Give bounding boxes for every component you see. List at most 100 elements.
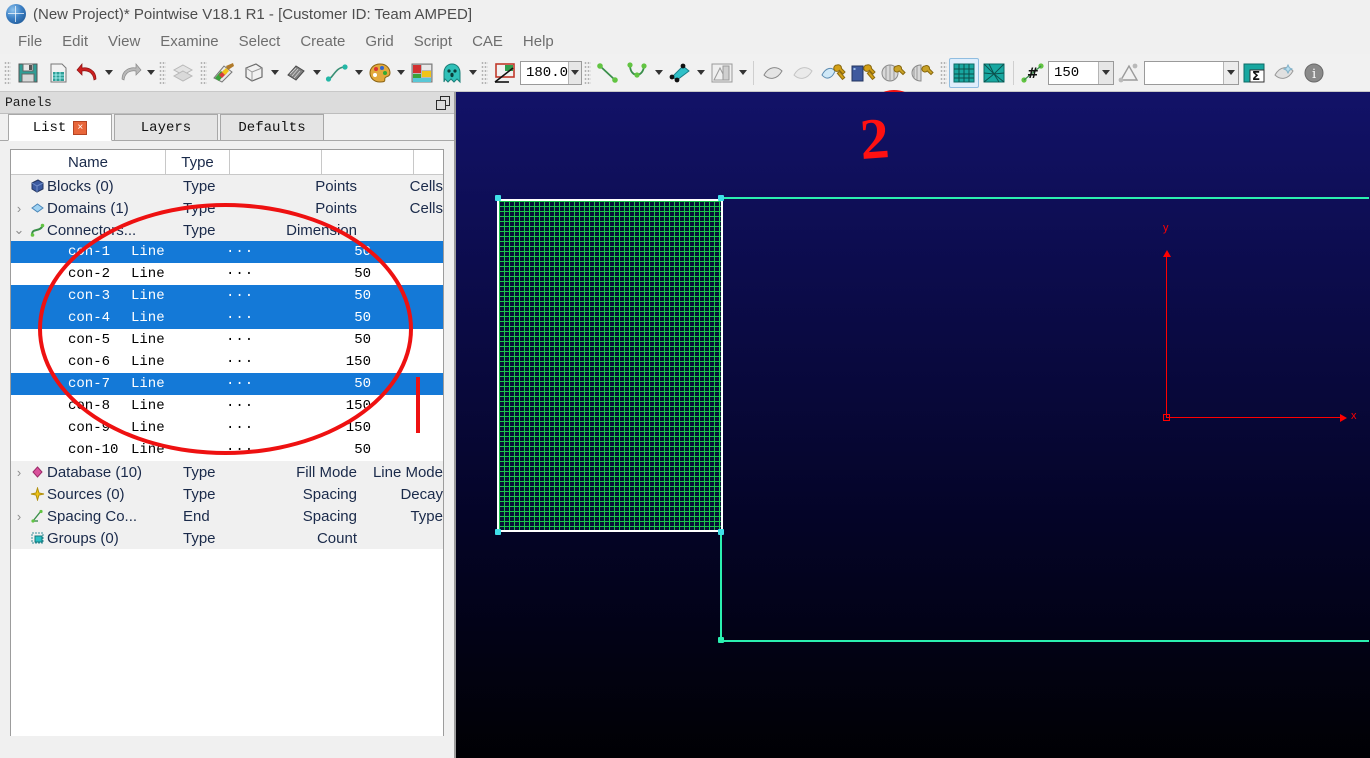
sum-grid-button[interactable]: Σ	[1239, 58, 1269, 88]
tree-column-name[interactable]: Name	[11, 150, 166, 174]
table-row[interactable]: con-8 Line ··· 150	[11, 395, 443, 417]
tree-group-sources[interactable]: Sources (0) Type Spacing Decay	[11, 483, 443, 505]
spacing-button[interactable]	[1114, 58, 1144, 88]
save-button[interactable]	[13, 58, 43, 88]
toolbar-grip-5[interactable]	[584, 60, 591, 85]
table-row[interactable]: con-6 Line ··· 150	[11, 351, 443, 373]
menu-item-help[interactable]: Help	[513, 31, 564, 52]
expander-domains[interactable]: ›	[11, 201, 27, 216]
info-button[interactable]: i	[1299, 58, 1329, 88]
tab-defaults[interactable]: Defaults	[220, 114, 324, 140]
surface-dropdown-arrow[interactable]	[695, 59, 707, 87]
curve-dropdown-arrow[interactable]	[353, 59, 365, 87]
domain-button[interactable]	[758, 58, 788, 88]
expander-spacing[interactable]: ›	[11, 509, 27, 524]
menu-item-file[interactable]: File	[8, 31, 52, 52]
solve-extrude-button[interactable]	[878, 58, 908, 88]
table-row[interactable]: con-2 Line ··· 50	[11, 263, 443, 285]
palette-dropdown-arrow[interactable]	[395, 59, 407, 87]
attribute-select[interactable]	[1144, 60, 1239, 85]
tree-group-connectors[interactable]: ⌄ Connectors... Type Dimension	[11, 219, 443, 241]
structured-grid-button[interactable]	[949, 57, 979, 88]
table-row[interactable]: con-10 Line ··· 50	[11, 439, 443, 461]
cube-view-button[interactable]	[239, 58, 269, 88]
tree-column-3[interactable]	[230, 150, 322, 174]
expander-connectors[interactable]: ⌄	[11, 222, 27, 238]
tree-group-database[interactable]: › Database (10) Type Fill Mode Line Mode	[11, 461, 443, 483]
table-row[interactable]: con-1 Line ··· 50	[11, 241, 443, 263]
ghost-button[interactable]	[437, 58, 467, 88]
table-row[interactable]: con-7 Line ··· 50	[11, 373, 443, 395]
angle-button[interactable]	[490, 58, 520, 88]
dimension-spinner[interactable]	[1098, 61, 1113, 84]
table-row[interactable]: con-4 Line ··· 50	[11, 307, 443, 329]
menu-item-view[interactable]: View	[98, 31, 150, 52]
attribute-dropdown-arrow[interactable]	[1223, 61, 1238, 84]
line-connector-button[interactable]	[593, 58, 623, 88]
menu-item-select[interactable]: Select	[229, 31, 291, 52]
tree-group-groups[interactable]: Groups (0) Type Count	[11, 527, 443, 549]
angle-input[interactable]: 180.0	[520, 60, 582, 85]
toolbar-grip-2[interactable]	[159, 60, 166, 85]
surface-button[interactable]	[665, 58, 695, 88]
curve-connector-dropdown-arrow[interactable]	[653, 59, 665, 87]
undo-dropdown-arrow[interactable]	[103, 59, 115, 87]
table-row[interactable]: con-3 Line ··· 50	[11, 285, 443, 307]
tree-column-5[interactable]	[414, 150, 443, 174]
cube-view-dropdown-arrow[interactable]	[269, 59, 281, 87]
menu-item-create[interactable]: Create	[290, 31, 355, 52]
menu-item-edit[interactable]: Edit	[52, 31, 98, 52]
layers-button[interactable]	[168, 58, 198, 88]
toolbar-grip-6[interactable]	[940, 60, 947, 85]
undo-button[interactable]	[73, 58, 103, 88]
ghost-dropdown-arrow[interactable]	[467, 59, 479, 87]
connector-node	[495, 195, 501, 201]
redo-dropdown-arrow[interactable]	[145, 59, 157, 87]
examine-button[interactable]	[1269, 58, 1299, 88]
tree-group-domains[interactable]: › Domains (1) Type Points Cells	[11, 197, 443, 219]
tree-group-blocks[interactable]: Blocks (0) Type Points Cells	[11, 175, 443, 197]
shade-button[interactable]	[281, 58, 311, 88]
tab-list[interactable]: List ×	[8, 114, 112, 141]
menu-item-cae[interactable]: CAE	[462, 31, 513, 52]
solve-block-button[interactable]	[848, 58, 878, 88]
angle-spinner[interactable]	[568, 61, 581, 84]
dimension-input[interactable]: 150	[1048, 60, 1114, 85]
connector-line-top[interactable]	[721, 197, 1369, 199]
shade-dropdown-arrow[interactable]	[311, 59, 323, 87]
spacing-col-type: Type	[410, 507, 443, 525]
palette-button[interactable]	[365, 58, 395, 88]
tree-group-spacing-constraints[interactable]: › Spacing Co... End Spacing Type	[11, 505, 443, 527]
graphics-viewport[interactable]: y x 2 https://blog.csdn.net/weixin_42943…	[456, 92, 1370, 758]
menu-item-script[interactable]: Script	[404, 31, 462, 52]
table-row[interactable]: con-5 Line ··· 50	[11, 329, 443, 351]
solve-domain-button[interactable]	[818, 58, 848, 88]
curve-button[interactable]	[323, 58, 353, 88]
tree-column-4[interactable]	[322, 150, 414, 174]
domain-faded-button[interactable]	[788, 58, 818, 88]
cae-import-dropdown-arrow[interactable]	[737, 59, 749, 87]
toolbar-grip-4[interactable]	[481, 60, 488, 85]
unstructured-grid-button[interactable]	[979, 58, 1009, 88]
cae-import-button[interactable]	[707, 58, 737, 88]
tab-layers[interactable]: Layers	[114, 114, 218, 140]
toolbar-grip-3[interactable]	[200, 60, 207, 85]
connector-line-bottom[interactable]	[721, 640, 1369, 642]
menu-item-grid[interactable]: Grid	[355, 31, 403, 52]
menu-item-examine[interactable]: Examine	[150, 31, 228, 52]
redo-button[interactable]	[115, 58, 145, 88]
restore-window-icon[interactable]	[432, 95, 450, 110]
connector-dimension: 50	[354, 244, 371, 260]
expander-database[interactable]: ›	[11, 465, 27, 480]
save-as-button[interactable]	[43, 58, 73, 88]
table-row[interactable]: con-9 Line ··· 150	[11, 417, 443, 439]
paint-button[interactable]	[209, 58, 239, 88]
solve-revolve-button[interactable]	[908, 58, 938, 88]
color-blocks-button[interactable]	[407, 58, 437, 88]
toolbar-grip[interactable]	[4, 60, 11, 85]
tree-column-type[interactable]: Type	[166, 150, 230, 174]
curve-connector-button[interactable]	[623, 58, 653, 88]
close-icon[interactable]: ×	[73, 120, 88, 135]
connector-line-vertical[interactable]	[720, 532, 722, 642]
dimension-button[interactable]: #	[1018, 58, 1048, 88]
